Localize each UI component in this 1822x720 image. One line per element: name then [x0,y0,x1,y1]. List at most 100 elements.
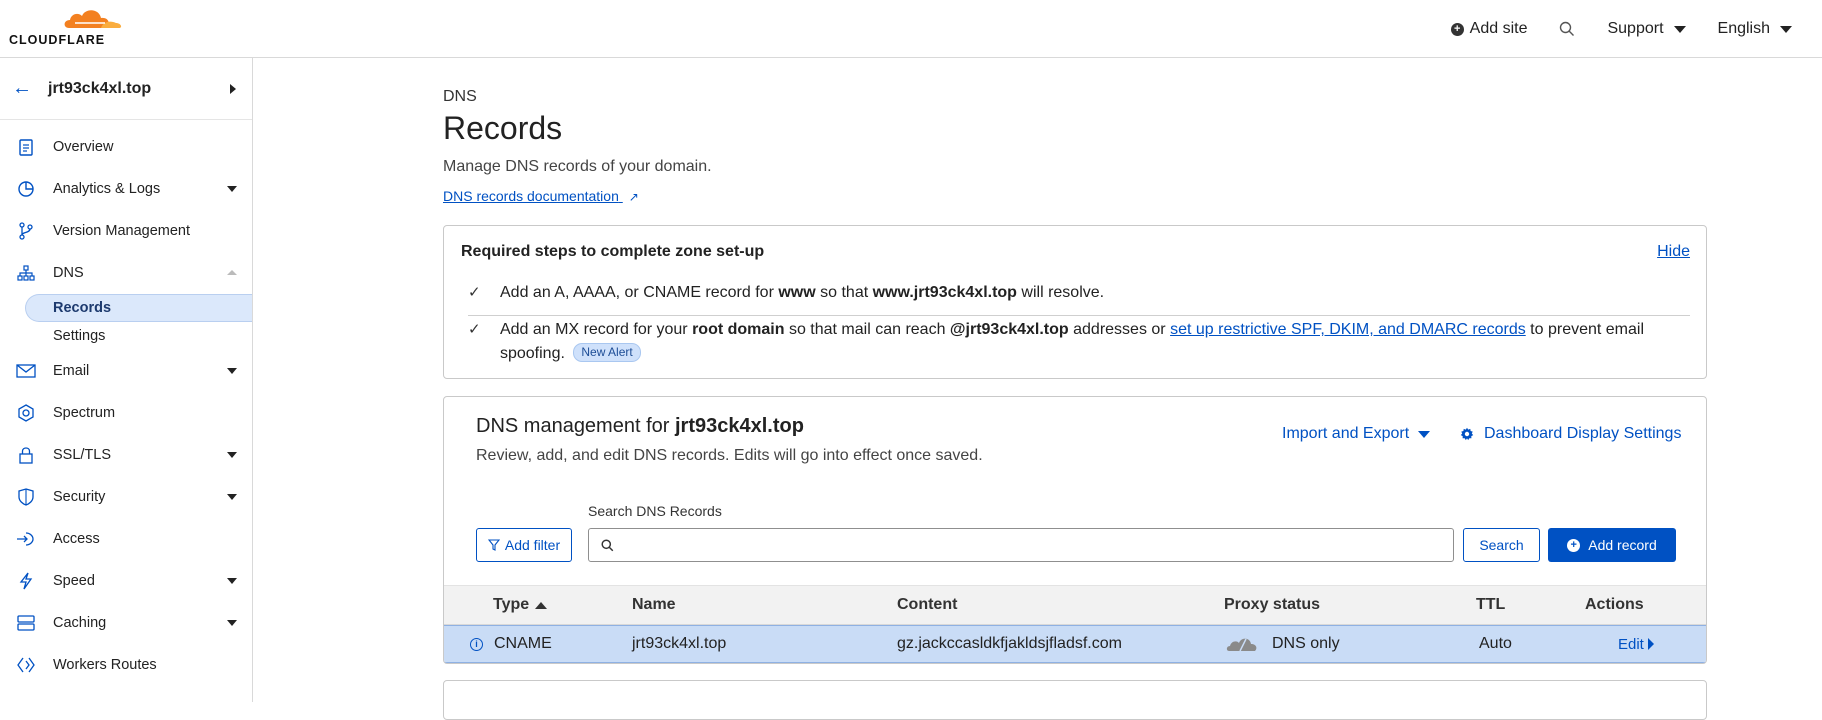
add-record-button[interactable]: + Add record [1548,528,1676,562]
sidebar-item-label: Version Management [53,223,191,239]
back-arrow-icon[interactable]: ← [12,77,36,100]
search-icon [601,538,614,551]
add-site-button[interactable]: + Add site [1450,20,1527,38]
support-label: Support [1607,20,1664,37]
info-icon[interactable]: i [470,637,483,651]
spectrum-icon [16,403,36,423]
sidebar-item-label: Access [53,531,100,547]
dns-management-description: Review, add, and edit DNS records. Edits… [476,447,983,464]
sidebar-item-ssl-tls[interactable]: SSL/TLS [0,434,252,476]
sidebar-item-label: Security [53,489,106,505]
sidebar-item-speed[interactable]: Speed [0,560,252,602]
page-title: Records [443,110,563,146]
new-alert-badge: New Alert [573,343,641,362]
zone-setup-steps-card: Required steps to complete zone set-up H… [443,225,1707,379]
chevron-down-icon [227,494,237,500]
access-icon [16,529,36,549]
dashboard-display-settings-button[interactable]: Dashboard Display Settings [1460,425,1681,443]
record-proxy-status-cell: DNS only [1226,626,1340,662]
sidebar-subitem-records[interactable]: Records [25,294,252,322]
search-dns-records-field[interactable] [588,528,1454,562]
language-dropdown[interactable]: English [1718,20,1792,38]
search-dns-records-input[interactable] [624,537,1453,553]
sidebar-item-label: DNS [53,265,84,281]
sidebar-item-spectrum[interactable]: Spectrum [0,392,252,434]
sidebar-item-version-management[interactable]: Version Management [0,210,252,252]
filter-icon [487,539,500,551]
sidebar-item-dns[interactable]: DNS [0,252,252,294]
zone-name: jrt93ck4xl.top [48,79,152,97]
shield-icon [16,487,36,507]
step-text: Add an A, AAAA, or CNAME record for www … [500,284,1105,301]
add-filter-button[interactable]: Add filter [476,528,572,562]
sidebar-item-caching[interactable]: Caching [0,602,252,644]
hide-steps-link[interactable]: Hide [1657,243,1690,261]
table-row[interactable]: i CNAME jrt93ck4xl.top gz.jackccasldkfja… [444,625,1706,663]
setup-step-www: ✓ Add an A, AAAA, or CNAME record for ww… [468,281,1104,305]
column-header-proxy-status[interactable]: Proxy status [1224,586,1320,624]
cloudflare-logo[interactable]: CLOUDFLARE [9,6,122,47]
record-content-cell: gz.jackccasldkfjakldsjfladsf.com [897,635,1122,652]
step-text: Add an MX record for your root domain so… [499,321,1645,362]
record-ttl-cell: Auto [1479,635,1512,652]
dns-docs-link[interactable]: DNS records documentation ↗ [443,188,639,204]
dns-docs-link-label: DNS records documentation [443,188,619,204]
chevron-right-icon [230,84,236,94]
import-export-label: Import and Export [1282,425,1410,442]
spf-dkim-dmarc-link[interactable]: set up restrictive SPF, DKIM, and DMARC … [1170,321,1526,338]
sort-ascending-icon [535,601,548,609]
sidebar-item-overview[interactable]: Overview [0,126,252,168]
external-link-icon: ↗ [628,190,639,204]
sidebar-item-label: Spectrum [53,405,116,421]
column-header-ttl[interactable]: TTL [1476,586,1505,624]
add-record-label: Add record [1588,537,1657,553]
sidebar-item-access[interactable]: Access [0,518,252,560]
envelope-icon [16,361,36,381]
chevron-down-icon [1780,25,1792,33]
sidebar-item-label: Analytics & Logs [53,181,161,197]
support-dropdown[interactable]: Support [1607,20,1686,38]
import-export-dropdown[interactable]: Import and Export [1282,425,1431,443]
sidebar: ← jrt93ck4xl.top Overview Analytics & Lo… [0,58,253,702]
sidebar-item-label: Speed [53,573,95,589]
checkmark-icon: ✓ [468,284,481,301]
sidebar-item-analytics[interactable]: Analytics & Logs [0,168,252,210]
sidebar-item-label: Email [53,363,90,379]
record-actions-cell: Edit [1618,626,1654,662]
sidebar-item-security[interactable]: Security [0,476,252,518]
section-eyebrow: DNS [443,88,477,105]
clipboard-icon [16,137,36,157]
chevron-up-icon [227,270,237,275]
lightning-icon [16,571,36,591]
chevron-down-icon [1673,25,1686,33]
dns-management-title: DNS management for jrt93ck4xl.top [476,415,804,437]
next-card [443,680,1707,720]
sidebar-item-workers-routes[interactable]: Workers Routes [0,644,252,686]
search-button[interactable]: Search [1463,528,1540,562]
top-right-menu: + Add site Support English [1450,0,1792,58]
column-header-name[interactable]: Name [632,586,676,624]
pie-chart-icon [16,179,36,199]
chevron-right-icon [1647,638,1654,650]
column-header-content[interactable]: Content [897,586,957,624]
search-button[interactable] [1559,21,1575,37]
gear-icon [1460,427,1474,441]
chevron-down-icon [227,368,237,374]
top-bar: CLOUDFLARE + Add site Support English [0,0,1822,58]
edit-record-link[interactable]: Edit [1618,636,1654,653]
logo-text: CLOUDFLARE [9,33,106,47]
column-header-type[interactable]: Type [493,586,548,624]
sidebar-subitem-settings[interactable]: Settings [0,322,252,350]
chevron-down-icon [227,620,237,626]
zone-selector[interactable]: ← jrt93ck4xl.top [0,58,252,120]
search-dns-label: Search DNS Records [588,503,722,519]
sidebar-item-email[interactable]: Email [0,350,252,392]
setup-step-mx: ✓ Add an MX record for your root domain … [468,318,1688,366]
sidebar-item-label: Workers Routes [53,657,157,673]
language-label: English [1717,20,1770,37]
sidebar-item-label: Overview [53,139,114,155]
sidebar-item-label: SSL/TLS [53,447,112,463]
record-name-cell: jrt93ck4xl.top [632,635,727,652]
records-table-header: Type Name Content Proxy status TTL Actio… [444,585,1706,625]
steps-title: Required steps to complete zone set-up [461,243,765,260]
